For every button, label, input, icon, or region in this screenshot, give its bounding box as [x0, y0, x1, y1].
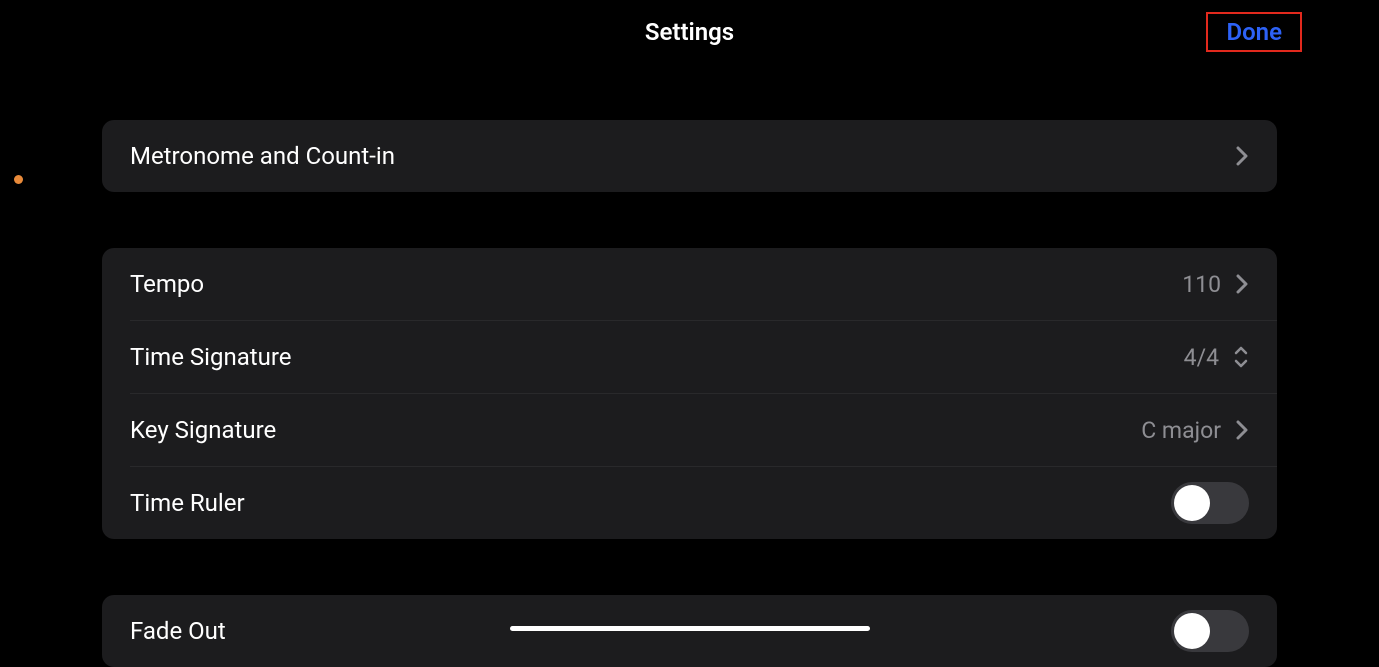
row-accessory: 4/4 — [1184, 344, 1249, 371]
row-time-ruler: Time Ruler — [102, 467, 1277, 539]
chevron-right-icon — [1235, 273, 1249, 295]
tempo-value: 110 — [1182, 271, 1221, 298]
section-metronome: Metronome and Count-in — [102, 120, 1277, 192]
toggle-knob — [1174, 613, 1210, 649]
row-label: Key Signature — [130, 416, 276, 444]
timesig-value: 4/4 — [1184, 344, 1219, 371]
done-button[interactable]: Done — [1206, 12, 1302, 52]
time-ruler-toggle[interactable] — [1171, 482, 1249, 524]
settings-content: Metronome and Count-in Tempo 110 Time Si… — [0, 120, 1379, 667]
chevron-right-icon — [1235, 145, 1249, 167]
chevron-up-down-icon — [1233, 346, 1249, 368]
row-accessory — [1235, 145, 1249, 167]
keysig-value: C major — [1141, 417, 1221, 444]
fade-out-toggle[interactable] — [1171, 610, 1249, 652]
row-label: Metronome and Count-in — [130, 142, 395, 170]
row-accessory — [1171, 610, 1249, 652]
row-tempo[interactable]: Tempo 110 — [102, 248, 1277, 320]
row-fade-out: Fade Out — [102, 595, 1277, 667]
row-label: Time Signature — [130, 343, 291, 371]
row-label: Time Ruler — [130, 489, 245, 517]
toggle-knob — [1174, 485, 1210, 521]
chevron-right-icon — [1235, 419, 1249, 441]
row-accessory: 110 — [1182, 271, 1249, 298]
row-label: Tempo — [130, 270, 204, 298]
row-key-signature[interactable]: Key Signature C major — [102, 394, 1277, 466]
status-indicator-dot — [14, 175, 23, 184]
section-song: Tempo 110 Time Signature 4/4 — [102, 248, 1277, 539]
section-fade: Fade Out — [102, 595, 1277, 667]
row-metronome-countin[interactable]: Metronome and Count-in — [102, 120, 1277, 192]
row-time-signature[interactable]: Time Signature 4/4 — [102, 321, 1277, 393]
home-indicator[interactable] — [510, 626, 870, 631]
row-accessory — [1171, 482, 1249, 524]
row-accessory: C major — [1141, 417, 1249, 444]
row-label: Fade Out — [130, 617, 226, 645]
header: Settings Done — [0, 8, 1379, 56]
page-title: Settings — [645, 18, 734, 46]
